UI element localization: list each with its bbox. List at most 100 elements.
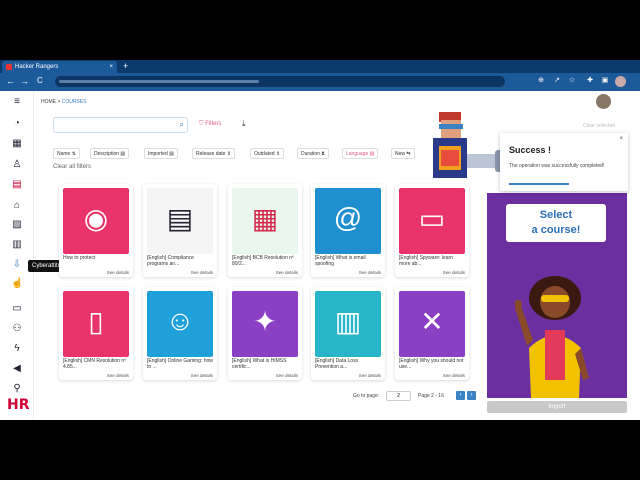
course-card[interactable]: ▭ [English] Spyware: learn more ab... Se… xyxy=(395,184,469,277)
chip-name[interactable]: Name ⇅ xyxy=(53,148,80,159)
chip-release-date[interactable]: Release date ⇕ xyxy=(192,148,236,159)
see-details-link[interactable]: See details xyxy=(443,270,465,275)
database-icon[interactable]: ▤ xyxy=(11,179,23,191)
search-icon[interactable]: ⌕ xyxy=(180,120,184,130)
course-thumbnail: ▤ xyxy=(147,188,213,254)
download-icon[interactable]: ⤓ xyxy=(242,119,246,129)
breadcrumb: HOME > COURSES xyxy=(41,99,86,105)
sitemap-icon[interactable]: ⚲ xyxy=(11,383,23,395)
see-details-link[interactable]: See details xyxy=(107,373,129,378)
filters-button[interactable]: ⛉ Filters xyxy=(199,121,222,128)
phone-icon: ▯ xyxy=(88,306,104,337)
chip-duration[interactable]: Duration ⧗ xyxy=(297,148,329,159)
zoom-icon[interactable]: ⊕ xyxy=(537,77,545,85)
course-card[interactable]: ▥ [English] Data Loss Prevention a... Se… xyxy=(311,287,385,380)
see-details-link[interactable]: See details xyxy=(359,270,381,275)
course-title: [English] What is HIMSS certific... xyxy=(232,358,287,370)
see-details-link[interactable]: See details xyxy=(107,270,129,275)
bolt-icon[interactable]: ϟ xyxy=(11,343,23,355)
page-number-input[interactable]: 2 xyxy=(386,391,411,401)
back-icon[interactable]: ← xyxy=(6,76,15,86)
dashboard-icon[interactable]: ◔ xyxy=(11,118,23,130)
course-thumbnail: ✕ xyxy=(399,291,465,357)
clear-all-filters-link[interactable]: Clear all filters xyxy=(53,164,91,170)
course-title: [English] What is email spoofing xyxy=(315,255,366,267)
course-title: [English] BCB Resolution nº 80/2... xyxy=(232,255,294,267)
favicon-icon xyxy=(6,64,12,70)
success-toast: × Success ! The operation was successful… xyxy=(500,133,628,191)
import-icon[interactable]: ⇩ xyxy=(11,259,23,271)
course-card[interactable]: @ [English] What is email spoofing See d… xyxy=(311,184,385,277)
table-icon[interactable]: ▦ xyxy=(11,138,23,150)
see-details-link[interactable]: See details xyxy=(276,373,298,378)
breadcrumb-home[interactable]: HOME xyxy=(41,99,56,105)
breadcrumb-separator: > xyxy=(57,99,61,105)
laptop-icon: ▭ xyxy=(418,203,446,234)
promo-line-2: a course! xyxy=(531,224,581,236)
course-title: [English] Data Loss Prevention a... xyxy=(315,358,359,370)
reload-icon[interactable]: C xyxy=(37,76,43,85)
user-icon[interactable]: ♙ xyxy=(11,159,23,171)
course-thumbnail: ▥ xyxy=(315,291,381,357)
course-thumbnail: ☺ xyxy=(147,291,213,357)
search-input[interactable]: ⌕ xyxy=(53,117,188,133)
see-details-link[interactable]: See details xyxy=(276,270,298,275)
toast-progress-bar xyxy=(509,183,569,185)
chip-outdated[interactable]: Outdated ⇕ xyxy=(250,148,285,159)
course-thumbnail: @ xyxy=(315,188,381,254)
chip-description[interactable]: Description ▤ xyxy=(90,148,130,159)
course-title: [English] Why you should not use... xyxy=(399,358,464,370)
extensions-icon[interactable]: ✚ xyxy=(586,77,594,85)
import-button[interactable]: Import xyxy=(487,401,627,413)
chip-imported[interactable]: Imported ▤ xyxy=(144,148,178,159)
close-icon[interactable]: × xyxy=(619,136,623,142)
folder-icon[interactable]: ▭ xyxy=(11,303,23,315)
pointer-icon: ☝ xyxy=(11,278,24,289)
character-illustration xyxy=(515,276,589,398)
share-icon[interactable]: ↗ xyxy=(553,77,561,85)
next-page-button[interactable]: › xyxy=(467,391,476,400)
page-range: Page 2 - 16 xyxy=(418,393,444,399)
document-icon[interactable]: ▥ xyxy=(11,239,23,251)
course-title: How to protect xyxy=(63,255,96,261)
menu-icon[interactable]: ≡ xyxy=(11,96,23,108)
chip-language[interactable]: Language ▤ xyxy=(342,148,379,159)
home-icon[interactable]: ⌂ xyxy=(11,200,23,212)
clear-selected-link[interactable]: Clear selected xyxy=(583,123,615,129)
course-card[interactable]: ▤ [English] Compliance programs an... Se… xyxy=(143,184,217,277)
course-card[interactable]: ✦ [English] What is HIMSS certific... Se… xyxy=(228,287,302,380)
url-field[interactable] xyxy=(55,76,505,87)
see-details-link[interactable]: See details xyxy=(359,373,381,378)
promo-line-1: Select xyxy=(539,209,573,221)
course-thumbnail: ✦ xyxy=(232,291,298,357)
megaphone-icon[interactable]: ◀ xyxy=(11,363,23,375)
course-title: [English] Online Gaming: how to ... xyxy=(147,358,213,370)
sidebar-icon[interactable]: ▣ xyxy=(601,77,609,85)
prev-page-button[interactable]: ‹ xyxy=(456,391,465,400)
hacker-character-illustration xyxy=(433,112,503,178)
see-details-link[interactable]: See details xyxy=(191,373,213,378)
users-icon[interactable]: ⚇ xyxy=(11,323,23,335)
new-tab-button[interactable]: + xyxy=(123,61,128,71)
course-card[interactable]: ✕ [English] Why you should not use... Se… xyxy=(395,287,469,380)
forward-icon[interactable]: → xyxy=(20,76,29,86)
course-title: [English] CMN Resolution nº 4.85... xyxy=(63,358,126,370)
profile-avatar[interactable] xyxy=(615,76,626,87)
user-avatar[interactable] xyxy=(596,94,611,109)
see-details-link[interactable]: See details xyxy=(191,270,213,275)
star-icon[interactable]: ☆ xyxy=(568,77,576,85)
course-card[interactable]: ☺ [English] Online Gaming: how to ... Se… xyxy=(143,287,217,380)
tab-close-icon[interactable]: × xyxy=(109,64,113,70)
see-details-link[interactable]: See details xyxy=(443,373,465,378)
course-thumbnail: ◉ xyxy=(63,188,129,254)
breadcrumb-current: COURSES xyxy=(61,99,87,105)
course-card[interactable]: ◉ How to protect See details xyxy=(59,184,133,277)
go-to-page-label: Go to page: xyxy=(353,393,380,399)
hr-logo: HR xyxy=(7,397,30,413)
course-card[interactable]: ▯ [English] CMN Resolution nº 4.85... Se… xyxy=(59,287,133,380)
course-card[interactable]: ▦ [English] BCB Resolution nº 80/2... Se… xyxy=(228,184,302,277)
browser-tab[interactable]: Hacker Rangers × xyxy=(2,61,117,73)
chart-icon[interactable]: ▨ xyxy=(11,219,23,231)
course-thumbnail: ▦ xyxy=(232,188,298,254)
chip-new[interactable]: New ⇆ xyxy=(391,148,415,159)
